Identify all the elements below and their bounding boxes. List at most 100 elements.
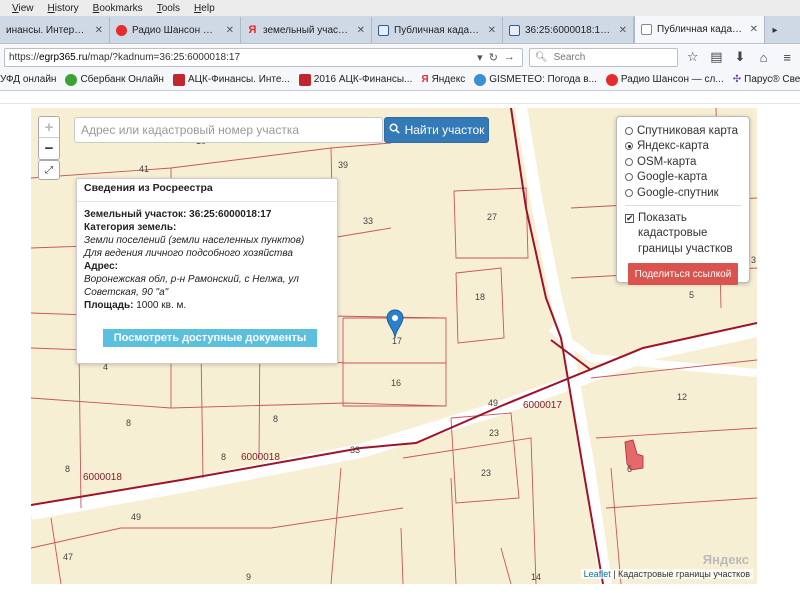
bookmark-ack-finance[interactable]: АЦК-Финансы. Инте... (172, 73, 290, 86)
cadastral-map[interactable]: 6000017 6000018 6000018 27 18 17 16 5 4 … (31, 108, 757, 584)
bookmark-ack-2016[interactable]: 2016 АЦК-Финансы... (298, 73, 413, 86)
reload-icon[interactable]: ↻ (486, 51, 501, 64)
bookmark-star-icon[interactable]: ☆ (684, 48, 702, 66)
url-text: https://egrp365.ru/map/?kadnum=36:25:600… (9, 51, 241, 63)
reading-list-icon[interactable]: ▤ (708, 48, 726, 66)
zoom-control: + − (38, 116, 60, 160)
layer-satellite[interactable]: Спутниковая карта (625, 123, 741, 139)
parcel-number: 27 (487, 212, 497, 222)
menu-history[interactable]: History (48, 3, 79, 14)
tab-label: Радио Шансон — слуш... (132, 24, 221, 36)
bookmark-label: УФД онлайн (0, 74, 57, 85)
dropdown-icon[interactable]: ▾ (474, 51, 486, 64)
layer-osm[interactable]: OSM-карта (625, 154, 741, 170)
bookmark-label: Парус® Сведение о... (744, 74, 800, 85)
show-borders-label: Показать кадастровые границы участков (638, 211, 733, 255)
bookmark-label: Сбербанк Онлайн (80, 74, 164, 85)
tab-label: инансы. Интернет-... (6, 24, 90, 36)
browser-search-input[interactable]: 🔍︎ Search (528, 47, 678, 67)
search-icon (389, 123, 400, 137)
layer-google-satellite[interactable]: Google-спутник (625, 185, 741, 201)
leaflet-link[interactable]: Leaflet (584, 569, 611, 579)
menu-view[interactable]: View (12, 3, 34, 14)
yandex-icon: Я (421, 74, 429, 85)
forward-icon[interactable]: → (501, 51, 518, 63)
bookmark-label: 2016 АЦК-Финансы... (313, 74, 413, 85)
close-icon[interactable]: ✕ (226, 25, 234, 36)
menu-help[interactable]: Help (194, 3, 215, 14)
radio-icon[interactable] (625, 188, 633, 197)
menu-tools[interactable]: Tools (157, 3, 180, 14)
layer-google-map[interactable]: Google-карта (625, 170, 741, 186)
layer-yandex[interactable]: Яндекс-карта (625, 139, 741, 155)
address-search-input[interactable] (74, 117, 383, 143)
show-borders-toggle[interactable]: ✔ Показать кадастровые границы участков (625, 211, 741, 258)
zoom-out-button[interactable]: − (39, 138, 59, 159)
address-line: Воронежская обл, р-н Рамонский, с Нелжа,… (84, 274, 299, 285)
close-icon[interactable]: ✕ (619, 25, 627, 36)
radio-icon[interactable] (625, 157, 633, 166)
share-link-button[interactable]: Поделиться ссылкой (628, 263, 738, 285)
layer-switcher: Спутниковая карта Яндекс-карта OSM-карта… (616, 116, 750, 285)
tab-parcel[interactable]: 36:25:6000018:17 - Во... ✕ (503, 17, 634, 43)
view-documents-button[interactable]: Посмотреть доступные документы (103, 329, 317, 347)
bookmark-ufd[interactable]: УФД онлайн (0, 74, 56, 85)
play-icon (605, 73, 618, 86)
bookmark-parus[interactable]: ✣Парус® Сведение о... (733, 74, 800, 85)
tab-cadastral-active[interactable]: Публичная кадастров... ✕ (634, 16, 765, 43)
bookmark-gismeteo[interactable]: GISMETEO: Погода в... (474, 73, 597, 86)
tab-cadastral-1[interactable]: Публичная кадастров... ✕ (372, 17, 503, 43)
yandex-icon: Я (248, 23, 257, 36)
bookmark-radio[interactable]: Радио Шансон — сл... (605, 73, 724, 86)
tab-search-land[interactable]: Я земельный участок во... ✕ (241, 17, 372, 43)
zoom-in-button[interactable]: + (39, 117, 59, 138)
parus-icon: ✣ (732, 74, 742, 85)
menu-icon[interactable]: ≡ (778, 48, 796, 66)
tab-list-icon[interactable]: ▸ (765, 17, 785, 43)
close-icon[interactable]: ✕ (357, 25, 365, 36)
parcel-number: 3 (751, 255, 756, 265)
home-icon[interactable]: ⌂ (755, 48, 773, 66)
parcel-number: 8 (221, 452, 226, 462)
find-parcel-button[interactable]: Найти участок (384, 117, 489, 143)
bookmark-yandex[interactable]: Я Яндекс (421, 74, 465, 85)
radio-selected-icon[interactable] (625, 142, 633, 151)
address-line: Советская, 90 "а" (84, 287, 169, 298)
downloads-icon[interactable]: ⬇ (731, 48, 749, 66)
radio-icon[interactable] (625, 126, 633, 135)
close-icon[interactable]: ✕ (488, 25, 496, 36)
tab-radio[interactable]: Радио Шансон — слуш... ✕ (110, 17, 241, 43)
map-marker-icon[interactable] (386, 309, 404, 339)
close-icon[interactable]: ✕ (95, 25, 103, 36)
parcel-number: 14 (531, 572, 541, 582)
find-parcel-label: Найти участок (404, 123, 485, 137)
page-icon (509, 24, 520, 36)
menu-bookmarks[interactable]: Bookmarks (93, 3, 143, 14)
tab-label: Публичная кадастров... (394, 24, 483, 36)
tab-finance[interactable]: инансы. Интернет-... ✕ (0, 17, 110, 43)
rosreestr-info-popup: Сведения из Росреестра Земельный участок… (76, 178, 338, 364)
bookmark-sberbank[interactable]: Сбербанк Онлайн (65, 73, 164, 86)
category-label: Категория земель: (84, 222, 177, 233)
bookmark-label: GISMETEO: Погода в... (489, 74, 597, 85)
page-content: 6000017 6000018 6000018 27 18 17 16 5 4 … (0, 92, 800, 600)
fullscreen-icon[interactable]: ⤢ (38, 160, 60, 180)
parcel-row: Земельный участок: 36:25:6000018:17 (84, 209, 272, 220)
checkbox-checked-icon[interactable]: ✔ (625, 213, 634, 223)
radio-icon[interactable] (625, 173, 633, 182)
page-icon (378, 24, 389, 36)
yandex-logo: Яндекс (702, 552, 749, 567)
quarter-label: 6000018 (241, 452, 280, 463)
bookmarks-bar: УФД онлайн Сбербанк Онлайн АЦК-Финансы. … (0, 69, 800, 91)
close-icon[interactable]: ✕ (750, 24, 758, 35)
popup-title: Сведения из Росреестра (77, 182, 337, 202)
divider (625, 204, 741, 206)
search-placeholder: Search (553, 51, 586, 63)
parcel-number: 23 (481, 468, 491, 478)
bookmark-label: Радио Шансон — сл... (620, 74, 724, 85)
bookmark-label: Яндекс (431, 74, 466, 85)
tab-label: 36:25:6000018:17 - Во... (525, 24, 614, 36)
parcel-number: 8 (65, 464, 70, 474)
bookmark-label: АЦК-Финансы. Инте... (187, 74, 290, 85)
url-bar[interactable]: https://egrp365.ru/map/?kadnum=36:25:600… (4, 47, 523, 67)
